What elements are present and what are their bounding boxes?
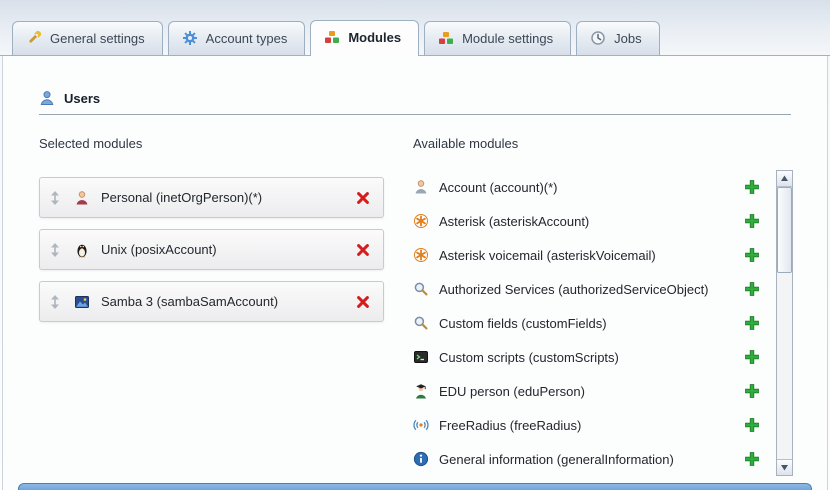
module-label: Custom scripts (customScripts) (439, 350, 744, 365)
tab-label: Jobs (614, 31, 641, 46)
drag-handle-icon[interactable] (50, 295, 60, 309)
tab-module-settings[interactable]: Module settings (424, 21, 571, 55)
module-icon (413, 179, 429, 195)
module-icon (74, 190, 90, 206)
module-icon (74, 294, 90, 310)
available-modules-wrap: Account (account)(*) Asterisk (asteriskA… (413, 170, 793, 476)
scrollbar[interactable] (776, 170, 793, 476)
module-icon (413, 281, 429, 297)
module-label: Authorized Services (authorizedServiceOb… (439, 282, 744, 297)
available-module-row-asterisk-voicemail-asteriskvoicemail: Asterisk voicemail (asteriskVoicemail) (413, 238, 776, 272)
module-icon (413, 417, 429, 433)
module-icon (413, 315, 429, 331)
module-icon (413, 213, 429, 229)
add-module-button[interactable] (744, 349, 760, 365)
available-module-row-account-account: Account (account)(*) (413, 170, 776, 204)
module-icon (413, 383, 429, 399)
scroll-down-button[interactable] (777, 459, 792, 475)
available-modules-column: Available modules Account (account)(*) A… (413, 115, 793, 476)
add-module-button[interactable] (744, 417, 760, 433)
tab-account-types[interactable]: Account types (168, 21, 306, 55)
tab-icon (26, 30, 42, 46)
available-modules-list: Account (account)(*) Asterisk (asteriskA… (413, 170, 776, 476)
module-label: General information (generalInformation) (439, 452, 744, 467)
selected-module-row-unix-posixaccount[interactable]: Unix (posixAccount) (39, 229, 384, 270)
scrollbar-track[interactable] (777, 187, 792, 459)
partial-blue-bar (18, 483, 812, 490)
available-module-row-custom-fields-customfields: Custom fields (customFields) (413, 306, 776, 340)
module-label: Custom fields (customFields) (439, 316, 744, 331)
available-module-row-general-information-generalinformation: General information (generalInformation) (413, 442, 776, 476)
users-icon (39, 90, 55, 106)
add-module-button[interactable] (744, 213, 760, 229)
content-panel: Users Selected modules Personal (inetOrg… (2, 56, 828, 490)
add-module-button[interactable] (744, 247, 760, 263)
add-module-button[interactable] (744, 315, 760, 331)
add-module-button[interactable] (744, 383, 760, 399)
add-module-button[interactable] (744, 451, 760, 467)
selected-modules-list: Personal (inetOrgPerson)(*) Unix (posixA… (39, 177, 391, 322)
selected-modules-header: Selected modules (39, 136, 391, 151)
remove-module-button[interactable] (355, 242, 371, 258)
columns: Selected modules Personal (inetOrgPerson… (39, 115, 793, 476)
tab-modules[interactable]: Modules (310, 20, 419, 56)
tab-icon (590, 30, 606, 46)
tab-label: General settings (50, 31, 145, 46)
module-label: Asterisk voicemail (asteriskVoicemail) (439, 248, 744, 263)
module-label: Unix (posixAccount) (101, 242, 355, 257)
add-module-button[interactable] (744, 281, 760, 297)
module-label: Account (account)(*) (439, 180, 744, 195)
module-label: Personal (inetOrgPerson)(*) (101, 190, 355, 205)
tab-general-settings[interactable]: General settings (12, 21, 163, 55)
tab-label: Modules (348, 30, 401, 45)
available-module-row-custom-scripts-customscripts: Custom scripts (customScripts) (413, 340, 776, 374)
selected-module-row-samba-3-sambasamaccount[interactable]: Samba 3 (sambaSamAccount) (39, 281, 384, 322)
lam-configuration-page: General settings Account types Modules M… (0, 0, 830, 490)
remove-module-button[interactable] (355, 294, 371, 310)
available-module-row-freeradius-freeradius: FreeRadius (freeRadius) (413, 408, 776, 442)
tab-icon (438, 30, 454, 46)
available-module-row-edu-person-eduperson: EDU person (eduPerson) (413, 374, 776, 408)
tab-jobs[interactable]: Jobs (576, 21, 659, 55)
available-modules-header: Available modules (413, 136, 793, 151)
available-module-row-authorized-services-authorizedserviceobject: Authorized Services (authorizedServiceOb… (413, 272, 776, 306)
module-label: EDU person (eduPerson) (439, 384, 744, 399)
remove-module-button[interactable] (355, 190, 371, 206)
scrollbar-thumb[interactable] (777, 187, 792, 273)
tab-bar: General settings Account types Modules M… (0, 0, 830, 56)
section-title: Users (64, 91, 100, 106)
module-label: FreeRadius (freeRadius) (439, 418, 744, 433)
add-module-button[interactable] (744, 179, 760, 195)
drag-handle-icon[interactable] (50, 243, 60, 257)
selected-module-row-personal-inetorgperson[interactable]: Personal (inetOrgPerson)(*) (39, 177, 384, 218)
available-module-row-asterisk-asteriskaccount: Asterisk (asteriskAccount) (413, 204, 776, 238)
module-icon (413, 247, 429, 263)
module-icon (413, 349, 429, 365)
tab-icon (182, 30, 198, 46)
tab-icon (324, 29, 340, 45)
module-icon (74, 242, 90, 258)
module-label: Asterisk (asteriskAccount) (439, 214, 744, 229)
module-icon (413, 451, 429, 467)
section-header: Users (39, 90, 791, 115)
module-label: Samba 3 (sambaSamAccount) (101, 294, 355, 309)
drag-handle-icon[interactable] (50, 191, 60, 205)
selected-modules-column: Selected modules Personal (inetOrgPerson… (39, 115, 391, 476)
scroll-up-button[interactable] (777, 171, 792, 187)
tab-label: Account types (206, 31, 288, 46)
tab-label: Module settings (462, 31, 553, 46)
